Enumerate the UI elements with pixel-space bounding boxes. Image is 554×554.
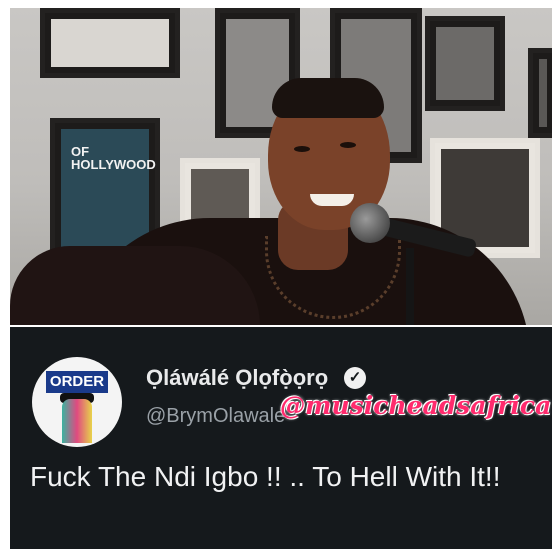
microphone-stand: [406, 248, 414, 325]
person-arm: [10, 246, 260, 325]
photo: OF HOLLYWOOD: [10, 8, 552, 325]
wall-frame: [40, 8, 180, 78]
eye: [294, 146, 310, 152]
tweet-card: ORDER Ọláwálé Ọlọfọ̀ọrọ ✓ @BrymOlawale @…: [10, 327, 552, 549]
display-name[interactable]: Ọláwálé Ọlọfọ̀ọrọ: [146, 365, 328, 391]
poster-text: OF HOLLYWOOD: [71, 144, 156, 172]
wall-frame: [528, 48, 552, 138]
tweet-text: Fuck The Ndi Igbo !! .. To Hell With It!…: [30, 461, 501, 492]
verified-badge-icon: ✓: [344, 367, 366, 389]
eye: [340, 142, 356, 148]
watermark: @musicheadsafrica: [280, 391, 552, 420]
smile: [310, 194, 354, 206]
microphone-icon: [350, 203, 390, 243]
wall-frame: [425, 16, 505, 111]
user-handle[interactable]: @BrymOlawale: [146, 405, 285, 428]
figure-icon: [62, 399, 92, 443]
person-hair: [272, 78, 384, 118]
avatar[interactable]: ORDER: [32, 357, 122, 447]
avatar-label: ORDER: [46, 371, 108, 393]
